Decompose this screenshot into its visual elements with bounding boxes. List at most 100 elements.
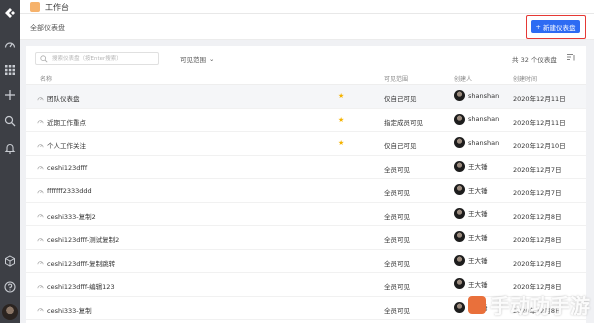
star-icon[interactable]: ★ (338, 92, 344, 100)
creator-name: 王大锤 (468, 233, 488, 242)
dashboard-name[interactable]: ceshi333-复制2 (37, 211, 96, 221)
table-row[interactable]: ceshi123dfff-复制跳转 全员可见 王大锤 2020年12月8日 (26, 250, 586, 273)
creator-name: 王大锤 (468, 280, 488, 289)
table-row[interactable]: fffffff2333ddd 全员可见 王大锤 2020年12月7日 (26, 179, 586, 203)
column-header-creator[interactable]: 创建人 (454, 74, 472, 83)
visibility-cell: 全员可见 (384, 283, 410, 291)
dashboard-name[interactable]: 近期工作重点 (37, 117, 86, 127)
visibility-cell: 全员可见 (384, 212, 410, 221)
dashboard-name-text: fffffff2333ddd (47, 187, 92, 195)
creator-avatar (454, 254, 465, 266)
column-header-name[interactable]: 名称 (40, 74, 52, 83)
search-input[interactable] (52, 54, 152, 64)
table-row[interactable]: 个人工作关注 ★ 仅自己可见 shanshan 2020年12月10日 (26, 132, 586, 156)
dashboard-gauge-icon (37, 120, 44, 124)
dashboard-name-text: ceshi123dfff-测试复制2 (47, 236, 120, 244)
new-dashboard-highlight: + 新建仪表盘 (526, 15, 586, 39)
dashboard-name[interactable]: ceshi123dfff-复制跳转 (37, 258, 115, 268)
table-row[interactable]: ceshi123dfff 全员可见 王大锤 2020年12月7日 (26, 156, 586, 179)
watermark: 手动功手游 (468, 290, 590, 319)
star-icon[interactable]: ★ (338, 116, 344, 124)
created-date-cell: 2020年12月11日 (513, 95, 566, 103)
dashboard-gauge-icon (37, 284, 44, 288)
visibility-cell: 仅自己可见 (384, 142, 417, 150)
table-row[interactable]: 近期工作重点 ★ 指定成员可见 shanshan 2020年12月11日 (26, 109, 586, 132)
breadcrumb[interactable]: 全部仪表盘 (30, 23, 65, 33)
creator-cell: shanshan (454, 137, 499, 148)
creator-avatar (454, 113, 465, 125)
creator-avatar (454, 231, 465, 242)
dashboard-name[interactable]: ceshi123dfff-编辑123 (37, 281, 115, 291)
cube-icon[interactable] (3, 254, 17, 268)
table-header: 名称 可见范围 创建人 创建时间 (26, 71, 586, 85)
plus-icon[interactable] (3, 88, 17, 102)
created-date-cell: 2020年12月8日 (513, 259, 562, 268)
watermark-text: 手动功手游 (490, 294, 590, 318)
new-dashboard-button[interactable]: + 新建仪表盘 (531, 20, 580, 33)
dashboard-list-panel: 可见范围 ⌄ 共 32 个仪表盘 名称 可见范围 创建人 创建时间 团队仪表盘 ★… (26, 46, 586, 323)
creator-avatar (454, 184, 465, 195)
bell-icon[interactable] (3, 141, 17, 155)
dashboard-name-text: 团队仪表盘 (47, 95, 80, 103)
dashboard-name-text: ceshi123dfff-复制跳转 (47, 259, 116, 268)
search-icon[interactable] (3, 114, 17, 128)
dashboard-gauge-icon (37, 189, 44, 193)
creator-avatar (454, 207, 465, 219)
star-icon[interactable]: ★ (338, 139, 344, 147)
chevron-down-icon: ⌄ (209, 55, 215, 63)
creator-avatar (454, 301, 465, 313)
app-title: 工作台 (45, 3, 69, 12)
app-logo-icon[interactable] (3, 6, 17, 20)
dashboard-name[interactable]: ceshi123dfff-测试复制2 (37, 234, 119, 244)
dashboard-name[interactable]: ceshi333-复制 (37, 305, 92, 315)
visibility-filter-label: 可见范围 (180, 56, 206, 64)
dashboard-gauge-icon (37, 214, 44, 218)
dashboard-name[interactable]: ceshi123dfff (37, 164, 87, 172)
column-header-created[interactable]: 创建时间 (513, 74, 537, 83)
visibility-cell: 全员可见 (384, 236, 410, 244)
user-avatar[interactable] (2, 304, 18, 320)
created-date-cell: 2020年12月7日 (513, 189, 562, 197)
created-date-cell: 2020年12月10日 (513, 142, 566, 150)
dashboard-name[interactable]: 团队仪表盘 (37, 93, 80, 103)
visibility-cell: 全员可见 (384, 259, 410, 268)
creator-name: 王大锤 (468, 163, 488, 171)
visibility-cell: 仅自己可见 (384, 95, 417, 103)
table-row[interactable]: ceshi333-复制2 全员可见 王大锤 2020年12月8日 (26, 203, 586, 226)
table-row[interactable]: 团队仪表盘 ★ 仅自己可见 shanshan 2020年12月11日 (26, 85, 586, 109)
help-icon[interactable] (3, 280, 17, 294)
dashboard-name[interactable]: 个人工作关注 (37, 140, 86, 150)
dashboard-gauge-icon[interactable] (3, 38, 17, 52)
column-header-visibility[interactable]: 可见范围 (384, 74, 408, 83)
created-date-cell: 2020年12月8日 (513, 236, 562, 244)
creator-avatar (454, 160, 465, 172)
visibility-cell: 全员可见 (384, 189, 410, 197)
created-date-cell: 2020年12月11日 (513, 118, 566, 127)
visibility-cell: 全员可见 (384, 306, 410, 315)
dashboard-gauge-icon (37, 96, 44, 100)
visibility-filter-dropdown[interactable]: 可见范围 ⌄ (180, 54, 214, 64)
apps-grid-icon[interactable] (3, 63, 17, 77)
creator-name: shanshan (468, 115, 500, 123)
search-icon (40, 55, 48, 63)
created-date-cell: 2020年12月8日 (513, 212, 562, 221)
sort-filter-icon[interactable] (567, 53, 575, 61)
dashboard-gauge-icon (37, 237, 44, 241)
creator-avatar (454, 278, 465, 289)
search-box[interactable] (35, 52, 159, 65)
dashboard-name-text: 近期工作重点 (47, 118, 86, 127)
creator-cell: 王大锤 (454, 207, 488, 219)
creator-name: 王大锤 (468, 186, 488, 195)
creator-avatar (454, 137, 465, 148)
creator-name: 王大锤 (468, 257, 488, 265)
breadcrumb-bar: 全部仪表盘 + 新建仪表盘 (20, 14, 594, 40)
dashboard-name-text: 个人工作关注 (47, 142, 86, 150)
dashboard-gauge-icon (37, 308, 44, 312)
creator-name: 王大锤 (468, 210, 488, 218)
dashboard-name[interactable]: fffffff2333ddd (37, 187, 92, 195)
dashboard-name-text: ceshi333-复制2 (47, 212, 96, 221)
workbench-app-icon (30, 2, 40, 12)
table-row[interactable]: ceshi123dfff-测试复制2 全员可见 王大锤 2020年12月8日 (26, 226, 586, 250)
creator-cell: 王大锤 (454, 278, 488, 289)
creator-cell: shanshan (454, 113, 500, 125)
